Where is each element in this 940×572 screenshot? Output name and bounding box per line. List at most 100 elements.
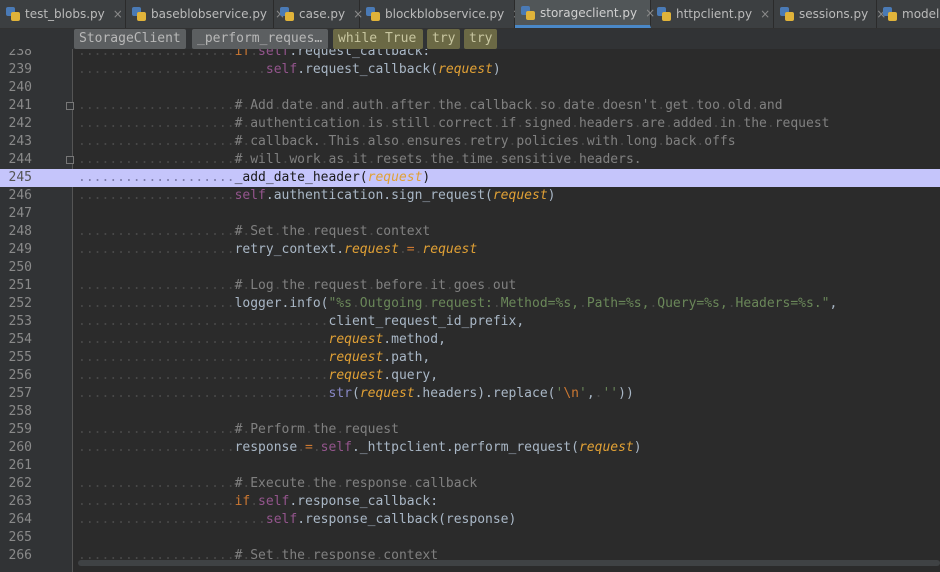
horizontal-scrollbar[interactable] — [78, 560, 940, 566]
line-number: 259 — [8, 422, 32, 437]
code-line[interactable]: 248 ....................#.Set.the.request… — [0, 223, 940, 241]
code-text: ........................self.response_ca… — [78, 512, 517, 527]
code-line[interactable]: 239 ........................self.request_… — [0, 61, 940, 79]
fold-marker-icon[interactable] — [66, 102, 74, 110]
code-text: ....................#.will.work.as.it.re… — [78, 152, 642, 167]
code-line[interactable]: 242 ....................#.authentication.… — [0, 115, 940, 133]
line-number: 253 — [8, 314, 32, 329]
editor-tab-bar: test_blobs.py×baseblobservice.py×case.py… — [0, 0, 940, 29]
line-number: 248 — [8, 224, 32, 239]
code-line[interactable]: 238 ....................if.self.request_c… — [0, 49, 940, 61]
code-text: ....................if.self.response_cal… — [78, 494, 439, 509]
close-tab-icon[interactable]: × — [760, 7, 770, 21]
breadcrumb-item[interactable]: try — [464, 29, 497, 49]
code-line[interactable]: 260 ....................response.=.self._… — [0, 439, 940, 457]
fold-marker-icon[interactable] — [66, 156, 74, 164]
code-text: ...................._add_date_header(req… — [78, 170, 431, 185]
line-number: 241 — [8, 98, 32, 113]
code-text: ................................request.… — [78, 332, 446, 347]
code-line[interactable]: 251 ....................#.Log.the.request… — [0, 277, 940, 295]
code-line[interactable]: 252 ....................logger.info("%s.O… — [0, 295, 940, 313]
tab-blockblobservice-py[interactable]: blockblobservice.py× — [360, 0, 522, 28]
tab-label: sessions.py — [799, 7, 869, 21]
line-number: 256 — [8, 368, 32, 383]
code-line[interactable]: 241 ....................#.Add.date.and.au… — [0, 97, 940, 115]
tab-label: blockblobservice.py — [385, 7, 505, 21]
tab-label: test_blobs.py — [25, 7, 105, 21]
line-number: 254 — [8, 332, 32, 347]
line-number: 240 — [8, 80, 32, 95]
code-text: ................................request.… — [78, 350, 431, 365]
tab-label: models — [902, 7, 940, 21]
code-text: ....................#.Execute.the.respon… — [78, 476, 478, 491]
code-line[interactable]: 262 ....................#.Execute.the.res… — [0, 475, 940, 493]
python-file-icon — [883, 7, 897, 21]
breadcrumb-item[interactable]: _perform_reques… — [192, 29, 328, 49]
code-text: ....................#.Perform.the.reques… — [78, 422, 399, 437]
python-file-icon — [132, 7, 146, 21]
code-line[interactable]: 258 — [0, 403, 940, 421]
code-line[interactable]: 264 ........................self.response… — [0, 511, 940, 529]
line-number: 246 — [8, 188, 32, 203]
code-text: ....................self.authentication.… — [78, 188, 556, 203]
line-number: 244 — [8, 152, 32, 167]
tab-baseblobservice-py[interactable]: baseblobservice.py× — [126, 0, 285, 28]
code-editor[interactable]: 238 ....................if.self.request_c… — [0, 49, 940, 572]
tab-label: httpclient.py — [676, 7, 753, 21]
line-number: 255 — [8, 350, 32, 365]
breadcrumb-item[interactable]: StorageClient — [74, 29, 186, 49]
code-text: ....................retry_context.reques… — [78, 242, 478, 257]
code-line[interactable]: 255 ................................reque… — [0, 349, 940, 367]
tab-label: case.py — [299, 7, 346, 21]
code-line[interactable]: 250 — [0, 259, 940, 277]
code-text: ....................#.callback..This.als… — [78, 134, 736, 149]
code-line[interactable]: 246 ....................self.authenticati… — [0, 187, 940, 205]
tab-label: storageclient.py — [540, 5, 638, 20]
tab-sessions-py[interactable]: sessions.py × — [774, 0, 886, 28]
python-file-icon — [521, 5, 535, 20]
line-number: 251 — [8, 278, 32, 293]
code-text: ........................self.request_cal… — [78, 62, 501, 77]
code-text: ....................logger.info("%s.Outg… — [78, 296, 838, 311]
line-number: 239 — [8, 62, 32, 77]
breadcrumb: StorageClient _perform_reques… while True t… — [0, 29, 940, 49]
line-number: 250 — [8, 260, 32, 275]
breadcrumb-item[interactable]: try — [427, 29, 460, 49]
code-line[interactable]: 240 — [0, 79, 940, 97]
tab-case-py[interactable]: case.py × — [274, 0, 363, 28]
code-line[interactable]: 265 — [0, 529, 940, 547]
code-line[interactable]: 253 ................................clien… — [0, 313, 940, 331]
code-line[interactable]: 263 ....................if.self.response_… — [0, 493, 940, 511]
code-line[interactable]: 247 — [0, 205, 940, 223]
code-line[interactable]: 244 ....................#.will.work.as.it… — [0, 151, 940, 169]
tab-models[interactable]: models — [877, 0, 940, 28]
line-number: 238 — [8, 49, 32, 59]
code-text: ....................if.self.request_call… — [78, 49, 431, 59]
python-file-icon — [6, 7, 20, 21]
code-line[interactable]: 257 ................................str(r… — [0, 385, 940, 403]
tab-httpclient-py[interactable]: httpclient.py × — [651, 0, 774, 28]
close-tab-icon[interactable]: × — [113, 7, 123, 21]
line-number: 260 — [8, 440, 32, 455]
code-text: ....................#.Log.the.request.be… — [78, 278, 517, 293]
code-line[interactable]: 256 ................................reque… — [0, 367, 940, 385]
code-line[interactable]: 245 ...................._add_date_header(… — [0, 169, 940, 187]
code-line[interactable]: 261 — [0, 457, 940, 475]
python-file-icon — [280, 7, 294, 21]
tab-storageclient-py[interactable]: storageclient.py × — [515, 0, 655, 28]
line-number: 247 — [8, 206, 32, 221]
line-number: 242 — [8, 116, 32, 131]
code-line[interactable]: 254 ................................reque… — [0, 331, 940, 349]
code-text: ....................#.Set.the.request.co… — [78, 224, 431, 239]
code-text: ....................response.=.self._htt… — [78, 440, 642, 455]
tab-test_blobs-py[interactable]: test_blobs.py × — [0, 0, 126, 28]
breadcrumb-item[interactable]: while True — [333, 29, 423, 49]
line-number: 265 — [8, 530, 32, 545]
line-number: 245 — [8, 170, 32, 185]
code-line[interactable]: 243 ....................#.callback..This.… — [0, 133, 940, 151]
line-number: 263 — [8, 494, 32, 509]
code-line[interactable]: 249 ....................retry_context.req… — [0, 241, 940, 259]
code-line[interactable]: 259 ....................#.Perform.the.req… — [0, 421, 940, 439]
code-text: ................................str(requ… — [78, 386, 634, 401]
line-number: 257 — [8, 386, 32, 401]
